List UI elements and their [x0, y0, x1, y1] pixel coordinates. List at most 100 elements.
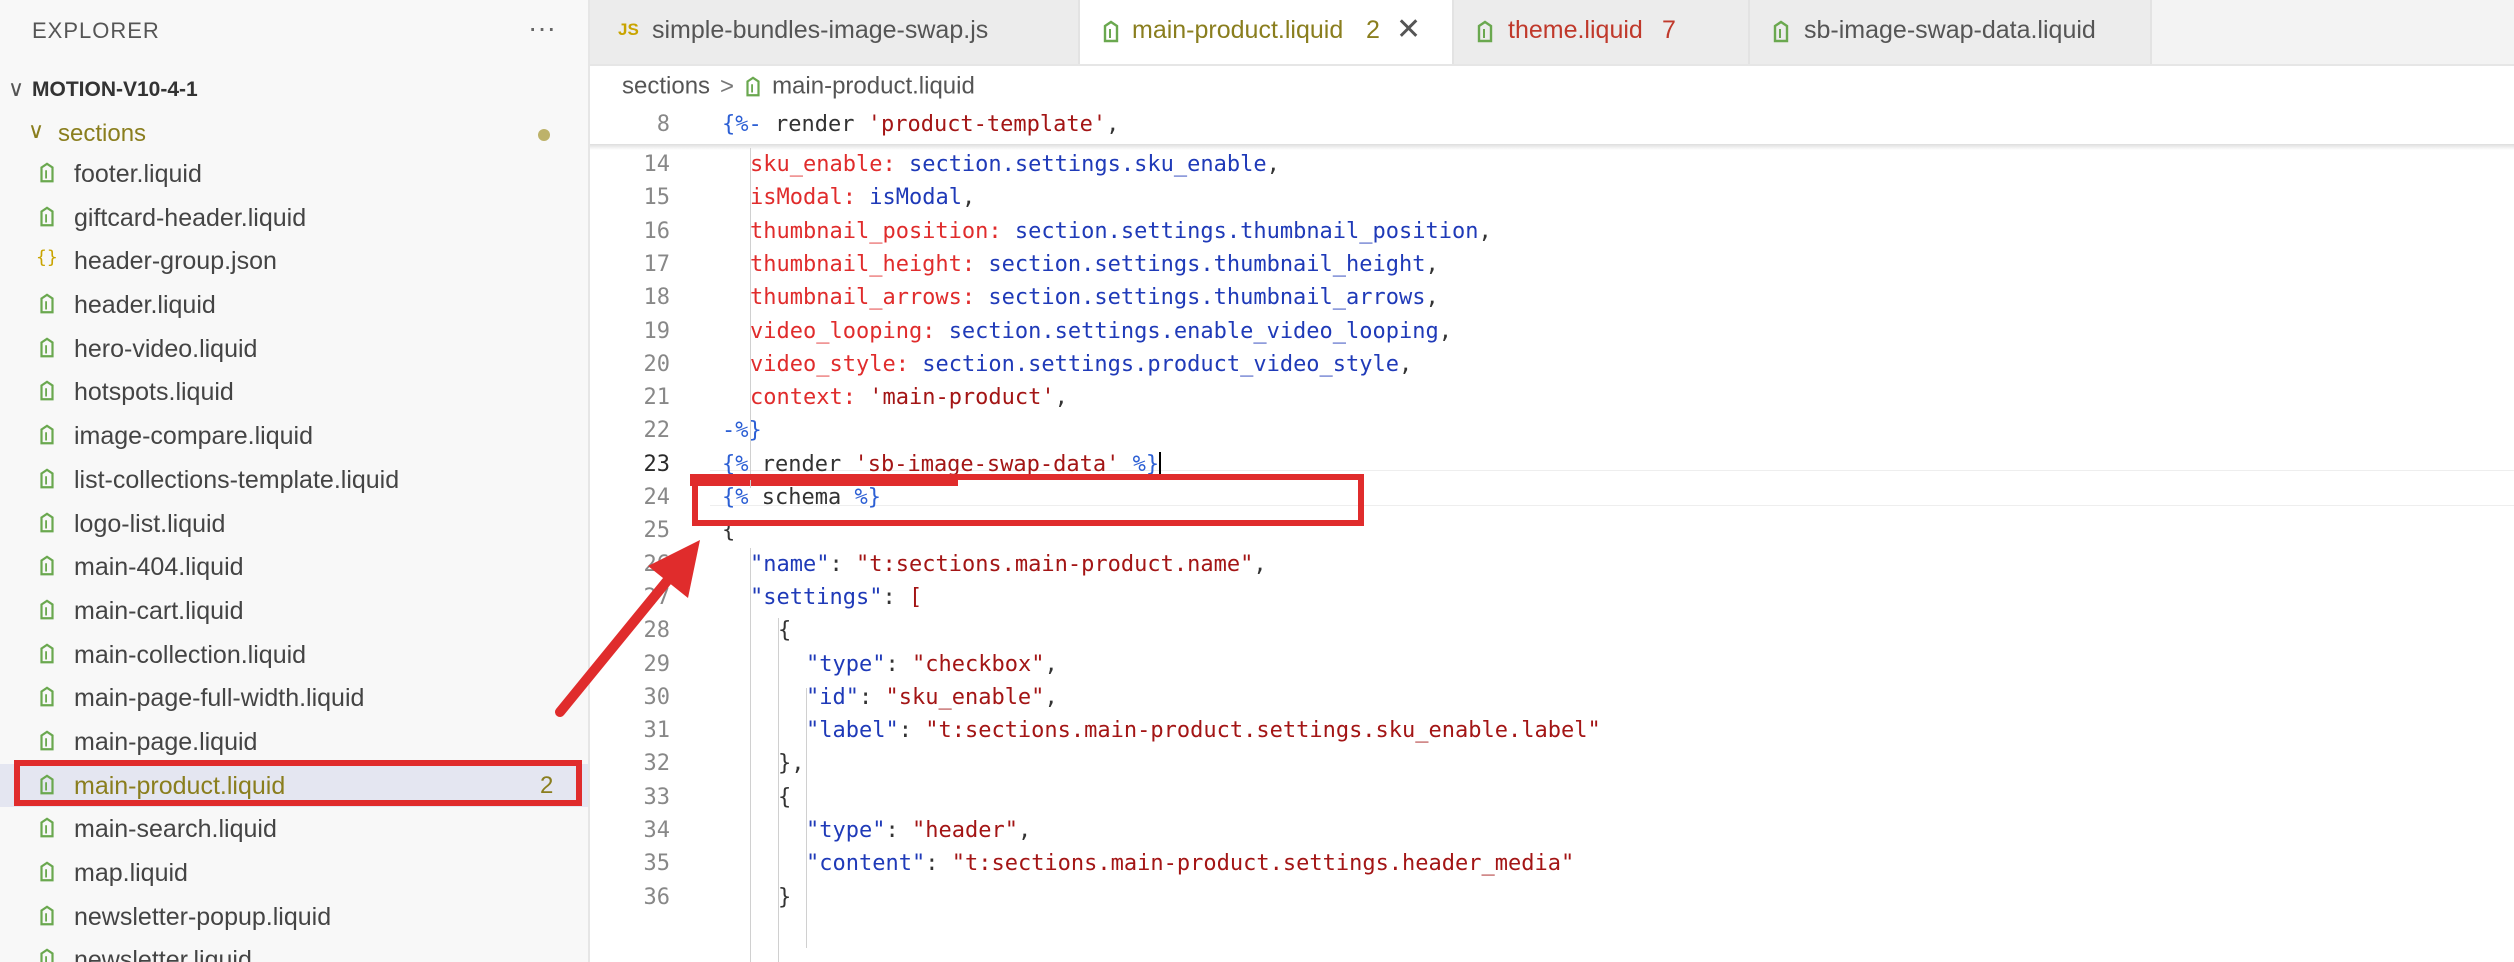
liquid-file-icon [40, 337, 54, 358]
tab-main-product[interactable]: main-product.liquid 2 ✕ [1080, 0, 1454, 64]
file-item[interactable]: footer.liquid [0, 152, 588, 196]
code-line[interactable]: 19 video_looping: section.settings.enable… [590, 315, 2514, 351]
line-number: 30 [643, 684, 671, 710]
code-text: "content": "t:sections.main-product.sett… [806, 851, 1575, 877]
file-item[interactable]: newsletter.liquid [0, 938, 588, 962]
line-number: 36 [643, 884, 671, 910]
highlight-box-selected-file [14, 760, 582, 806]
code-line[interactable]: 29 "type": "checkbox", [590, 648, 2514, 684]
file-item[interactable]: {} header-group.json [0, 239, 588, 283]
file-item[interactable]: giftcard-header.liquid [0, 196, 588, 240]
line-number: 14 [643, 152, 671, 177]
code-text: "id": "sku_enable", [806, 684, 1058, 710]
indent-guide [778, 618, 779, 962]
file-item[interactable]: hotspots.liquid [0, 370, 588, 414]
code-line[interactable]: 22 -%} [590, 414, 2514, 450]
file-name: image-compare.liquid [74, 422, 314, 451]
line-number: 24 [643, 485, 671, 510]
file-item[interactable]: main-search.liquid [0, 807, 588, 851]
breadcrumb-file[interactable]: main-product.liquid [772, 73, 975, 100]
line-number: 29 [643, 651, 671, 677]
editor-tab-bar: JS simple-bundles-image-swap.js main-pro… [590, 0, 2514, 66]
tab-label: main-product.liquid [1132, 16, 1344, 44]
project-name: MOTION-V10-4-1 [32, 78, 198, 101]
tab-simple-bundles-image-swap[interactable]: JS simple-bundles-image-swap.js [590, 0, 1080, 64]
code-line[interactable]: 21 context: 'main-product', [590, 381, 2514, 417]
ellipsis-icon[interactable]: ··· [528, 12, 556, 44]
tab-sb-image-swap-data[interactable]: sb-image-swap-data.liquid [1750, 0, 2152, 64]
code-text: thumbnail_arrows: section.settings.thumb… [750, 285, 1439, 311]
file-item[interactable]: image-compare.liquid [0, 414, 588, 458]
tab-problem-count: 7 [1662, 16, 1676, 44]
line-number: 19 [643, 318, 671, 344]
line-number: 22 [643, 418, 671, 444]
liquid-file-icon [40, 380, 54, 401]
file-name: newsletter-popup.liquid [74, 902, 332, 931]
code-line[interactable]: 26 "name": "t:sections.main-product.name"… [590, 548, 2514, 584]
line-number: 21 [643, 385, 671, 411]
code-line[interactable]: 28 { [590, 614, 2514, 650]
sticky-scroll-line[interactable]: 8 {%- render 'product-template', [590, 108, 2514, 144]
code-line[interactable]: 31 "label": "t:sections.main-product.sett… [590, 714, 2514, 750]
file-name: main-collection.liquid [74, 640, 307, 669]
file-item[interactable]: hero-video.liquid [0, 327, 588, 371]
file-name: giftcard-header.liquid [74, 203, 307, 232]
file-item[interactable]: map.liquid [0, 851, 588, 895]
indent-guide [750, 148, 751, 488]
code-line[interactable]: 20 video_style: section.settings.product_… [590, 348, 2514, 384]
file-item[interactable]: logo-list.liquid [0, 502, 588, 546]
liquid-file-icon [40, 686, 54, 707]
file-item[interactable]: list-collections-template.liquid [0, 458, 588, 502]
file-name: main-page-full-width.liquid [74, 684, 365, 713]
line-number: 27 [643, 584, 671, 610]
file-list: footer.liquid giftcard-header.liquid {} hea… [0, 152, 588, 962]
code-text: video_style: section.settings.product_vi… [750, 351, 1413, 377]
file-item[interactable]: main-cart.liquid [0, 589, 588, 633]
code-line[interactable]: 33 { [590, 781, 2514, 817]
code-editor[interactable]: 8 {%- render 'product-template', 14 sku_e… [590, 108, 2514, 962]
code-text: }, [778, 751, 805, 777]
code-text: sku_enable: section.settings.sku_enable, [750, 152, 1280, 177]
code-line[interactable]: 17 thumbnail_height: section.settings.thu… [590, 248, 2514, 284]
liquid-file-icon [40, 948, 54, 962]
tab-problem-count: 2 [1366, 16, 1380, 44]
project-root[interactable]: ∨ MOTION-V10-4-1 [0, 72, 588, 112]
code-line[interactable]: 27 "settings": [ [590, 581, 2514, 617]
code-line[interactable]: 15 isModal: isModal, [590, 181, 2514, 217]
file-name: list-collections-template.liquid [74, 465, 400, 494]
code-text: -%} [722, 418, 762, 444]
breadcrumb-folder[interactable]: sections [622, 73, 710, 100]
file-item[interactable]: newsletter-popup.liquid [0, 895, 588, 939]
code-line[interactable]: 34 "type": "header", [590, 814, 2514, 850]
file-item[interactable]: main-page-full-width.liquid [0, 676, 588, 720]
highlight-box-render-line [692, 474, 1364, 526]
line-number: 20 [643, 351, 671, 377]
liquid-file-icon [40, 861, 54, 882]
file-name: main-cart.liquid [74, 596, 244, 625]
close-icon[interactable]: ✕ [1396, 12, 1421, 47]
file-item[interactable]: main-collection.liquid [0, 633, 588, 677]
code-line[interactable]: 36} [590, 881, 2514, 917]
file-name: footer.liquid [74, 160, 202, 188]
file-item[interactable]: main-page.liquid [0, 720, 588, 764]
tab-label: theme.liquid [1508, 16, 1643, 44]
json-file-icon: {} [36, 247, 58, 269]
line-number: 18 [643, 285, 671, 311]
code-line[interactable]: 16 thumbnail_position: section.settings.t… [590, 215, 2514, 251]
tab-theme[interactable]: theme.liquid 7 [1454, 0, 1750, 64]
folder-sections[interactable]: ∨ sections [0, 112, 588, 154]
code-text: video_looping: section.settings.enable_v… [750, 318, 1453, 344]
code-line[interactable]: 30 "id": "sku_enable", [590, 681, 2514, 717]
code-line[interactable]: 32}, [590, 747, 2514, 783]
modified-dot-icon [538, 129, 550, 141]
code-line[interactable]: 35 "content": "t:sections.main-product.se… [590, 847, 2514, 883]
line-number: 17 [643, 251, 671, 277]
code-line[interactable]: 18 thumbnail_arrows: section.settings.thu… [590, 281, 2514, 317]
code-text: isModal: isModal, [750, 185, 976, 211]
file-item[interactable]: main-404.liquid [0, 545, 588, 589]
code-line[interactable]: 14 sku_enable: section.settings.sku_enabl… [590, 148, 2514, 184]
tab-label: sb-image-swap-data.liquid [1804, 16, 2096, 44]
liquid-file-icon [40, 817, 54, 838]
code-text: "name": "t:sections.main-product.name", [750, 551, 1267, 577]
file-item[interactable]: header.liquid [0, 283, 588, 327]
